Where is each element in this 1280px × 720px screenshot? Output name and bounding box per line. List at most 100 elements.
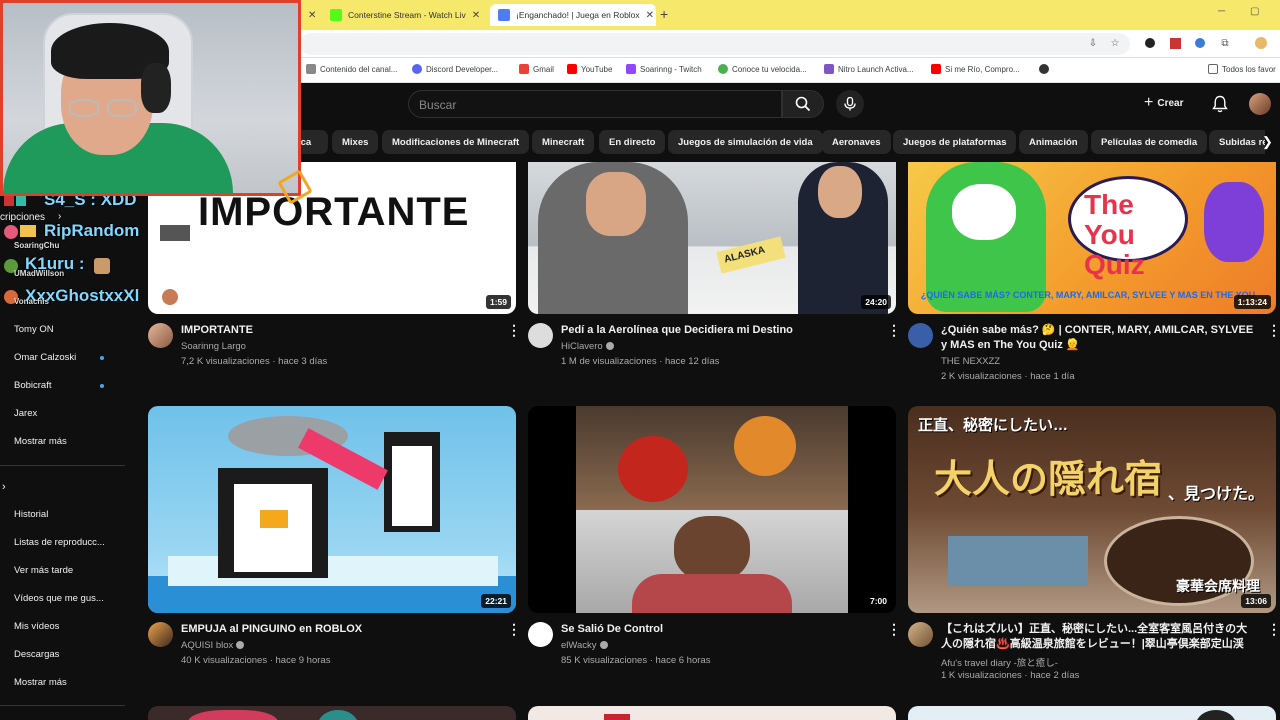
bookmark-item[interactable] [1039, 64, 1049, 74]
browser-tab-roblox[interactable]: ¡Enganchado! | Juega en Roblox ✕ [490, 4, 656, 26]
browser-tab-kick[interactable]: Conterstine Stream - Watch Liv ✕ [322, 4, 488, 26]
chevron-right-icon[interactable]: ❯ [1262, 134, 1273, 150]
bookmark-item[interactable]: Conoce tu velocida... [718, 64, 807, 74]
close-icon[interactable]: ✕ [472, 10, 480, 21]
channel-name[interactable]: THE NEXXZZ [941, 356, 1000, 367]
bookmark-item[interactable]: Soarinng - Twitch [626, 64, 702, 74]
subscriptions-header[interactable]: cripciones [0, 212, 45, 223]
more-options-icon[interactable]: ⋮ [507, 621, 521, 638]
more-options-icon[interactable]: ⋮ [1267, 621, 1280, 638]
more-options-icon[interactable]: ⋮ [1267, 322, 1280, 339]
chip[interactable]: Minecraft [532, 130, 595, 154]
tab-close-icon[interactable]: ✕ [300, 4, 320, 26]
thumbnail-ticket: ALASKA [716, 236, 786, 274]
channel-avatar[interactable] [908, 323, 933, 348]
chip[interactable]: En directo [599, 130, 666, 154]
channel-name[interactable]: elWacky [561, 640, 608, 651]
channel-avatar[interactable] [148, 622, 173, 647]
video-thumbnail[interactable]: The You Quiz ¿QUIÉN SABE MÁS? CONTER, MA… [908, 162, 1276, 314]
thumbnail-text: 豪華会席料理 [1176, 578, 1260, 594]
voice-search-button[interactable] [836, 90, 864, 118]
thumbnail-face [952, 184, 1016, 240]
video-thumbnail[interactable] [528, 706, 896, 720]
chip[interactable]: Juegos de plataformas [893, 130, 1017, 154]
chip[interactable]: Modificaciones de Minecraft [382, 130, 530, 154]
chat-username: UMadWillson [14, 269, 65, 278]
bookmark-item[interactable]: YouTube [567, 64, 612, 74]
channel-avatar[interactable] [528, 323, 553, 348]
video-meta: 40 K visualizaciones · hace 9 horas [181, 655, 331, 666]
sidebar-item-bobicraft[interactable]: Bobicraft [14, 380, 52, 391]
video-thumbnail[interactable] [908, 706, 1276, 720]
sidebar-item-omar-calzoski[interactable]: Omar Calzoski [14, 352, 76, 363]
video-meta: 2 K visualizaciones · hace 1 día [941, 371, 1075, 382]
extension-icon[interactable] [1193, 36, 1207, 50]
chip[interactable]: Animación [1019, 130, 1088, 154]
bookmark-item[interactable]: Si me Río, Compro... [931, 64, 1020, 74]
video-thumbnail[interactable] [148, 706, 516, 720]
chip[interactable]: Mixes [332, 130, 379, 154]
sidebar-item-liked-videos[interactable]: Vídeos que me gus... [14, 593, 104, 604]
extension-icon[interactable] [1143, 36, 1157, 50]
maximize-icon[interactable]: ▢ [1250, 6, 1259, 17]
more-options-icon[interactable]: ⋮ [887, 621, 901, 638]
channel-name[interactable]: Afu's travel diary -旅と癒し- [941, 655, 1058, 669]
sidebar-item-downloads[interactable]: Descargas [14, 649, 59, 660]
extension-icon[interactable] [1168, 36, 1182, 50]
channel-name[interactable]: AQUISI blox [181, 640, 245, 651]
globe-icon [1039, 64, 1049, 74]
chevron-right-icon[interactable]: › [2, 481, 6, 493]
show-more-subscriptions[interactable]: Mostrar más [14, 436, 67, 447]
sidebar-item-watch-later[interactable]: Ver más tarde [14, 565, 73, 576]
video-title[interactable]: Pedí a la Aerolínea que Decidiera mi Des… [561, 323, 871, 338]
bookmark-star-icon[interactable]: ☆ [1108, 36, 1122, 50]
search-button[interactable] [782, 90, 824, 118]
minimize-icon[interactable]: ─ [1218, 6, 1225, 17]
close-icon[interactable]: ✕ [646, 10, 654, 21]
extensions-puzzle-icon[interactable]: ⧉ [1218, 36, 1232, 50]
badge-icon [4, 196, 14, 206]
sidebar-item-your-videos[interactable]: Mis vídeos [14, 621, 59, 632]
video-title[interactable]: ¿Quién sabe más? 🤔 | CONTER, MARY, AMILC… [941, 323, 1256, 353]
sidebar-item-playlists[interactable]: Listas de reproducc... [14, 537, 105, 548]
thumbnail-face [586, 172, 646, 236]
channel-name[interactable]: Soarinng Largo [181, 341, 246, 352]
more-options-icon[interactable]: ⋮ [507, 322, 521, 339]
video-title[interactable]: EMPUJA al PINGUINO en ROBLOX [181, 622, 491, 637]
sidebar-item-history[interactable]: Historial [14, 509, 48, 520]
video-thumbnail[interactable]: ALASKA 24:20 [528, 162, 896, 314]
install-app-icon[interactable]: ⇩ [1086, 36, 1100, 50]
chip[interactable]: Juegos de simulación de vida [668, 130, 823, 154]
bookmarks-folder[interactable]: Todos los favor [1208, 64, 1276, 74]
channel-avatar[interactable] [908, 622, 933, 647]
video-title[interactable]: 【これはズルい】正直、秘密にしたい...全室客室風呂付きの大人の隠れ宿♨️高級温… [941, 622, 1256, 652]
video-thumbnail[interactable]: 22:21 [148, 406, 516, 613]
bookmark-item[interactable]: Discord Developer... [412, 64, 498, 74]
chip[interactable]: Subidas re [1209, 130, 1265, 154]
create-button[interactable]: + Crear [1144, 94, 1183, 112]
show-more-you[interactable]: Mostrar más [14, 677, 67, 688]
account-avatar[interactable] [1249, 93, 1271, 115]
channel-avatar[interactable] [528, 622, 553, 647]
profile-icon[interactable] [1254, 36, 1268, 50]
divider [0, 465, 125, 466]
chip[interactable]: Aeronaves [822, 130, 891, 154]
video-title[interactable]: IMPORTANTE [181, 323, 491, 338]
video-thumbnail[interactable]: 7:00 [528, 406, 896, 613]
notifications-bell-icon[interactable] [1212, 95, 1228, 113]
sidebar-item-jarex[interactable]: Jarex [14, 408, 37, 419]
bookmark-item[interactable]: Contenido del canal... [306, 64, 397, 74]
channel-name[interactable]: HiClavero [561, 341, 614, 352]
new-tab-button[interactable]: + [660, 6, 668, 22]
more-options-icon[interactable]: ⋮ [887, 322, 901, 339]
search-input[interactable]: Buscar [408, 90, 782, 118]
chip[interactable]: Películas de comedia [1091, 130, 1208, 154]
url-input[interactable] [300, 33, 1130, 55]
bookmark-item[interactable]: Nitro Launch Activa... [824, 64, 914, 74]
video-thumbnail[interactable]: 正直、秘密にしたい… 大人の隠れ宿 、見つけた。 豪華会席料理 13:06 [908, 406, 1276, 613]
sidebar-item-tomy-on[interactable]: Tomy ON [14, 324, 54, 335]
bookmark-item[interactable]: Gmail [519, 64, 554, 74]
video-title[interactable]: Se Salió De Control [561, 622, 871, 637]
channel-avatar[interactable] [148, 323, 173, 348]
live-dot [100, 384, 104, 388]
